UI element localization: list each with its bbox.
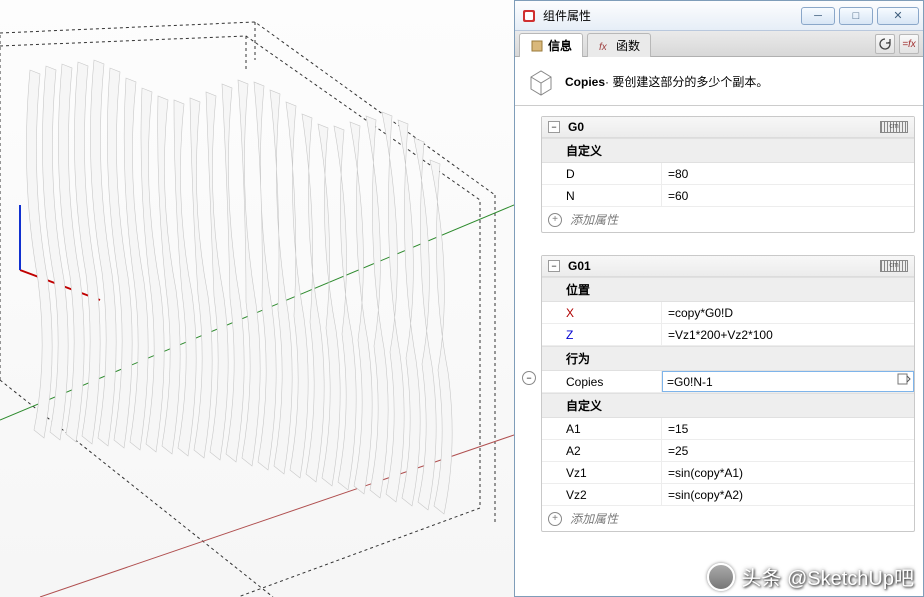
functions-icon: fx	[598, 39, 612, 53]
tab-functions-label: 函数	[616, 37, 640, 54]
add-attribute-button[interactable]: +	[548, 213, 562, 227]
attribute-description: Copies· 要创建这部分的多少个副本。	[515, 57, 923, 106]
attr-key[interactable]: N	[542, 185, 662, 206]
row-details-button[interactable]: −	[522, 371, 536, 385]
section-position: 位置	[542, 277, 914, 302]
attr-key[interactable]: A1	[542, 418, 662, 439]
group-g0: − G0 cm 自定义 D=80 N=60 + 添加属性	[541, 116, 915, 233]
component-properties-panel: 组件属性 ─ □ ✕ 信息 fx 函数 =fx Copies· 要创建这部分的多…	[514, 0, 924, 597]
info-icon	[530, 39, 544, 53]
tab-functions[interactable]: fx 函数	[587, 33, 651, 57]
refresh-button[interactable]	[875, 34, 895, 54]
attr-val[interactable]: =60	[662, 185, 914, 206]
section-behavior: 行为	[542, 346, 914, 371]
minimize-button[interactable]: ─	[801, 7, 835, 25]
attr-val[interactable]: =80	[662, 163, 914, 184]
attr-key[interactable]: Vz2	[542, 484, 662, 505]
group-g01-name: G01	[568, 259, 880, 273]
attr-val-input[interactable]	[662, 371, 914, 392]
toggle-formula-button[interactable]: =fx	[899, 34, 919, 54]
tab-info-label: 信息	[548, 37, 572, 54]
attr-key[interactable]: D	[542, 163, 662, 184]
close-button[interactable]: ✕	[877, 7, 919, 25]
unit-indicator[interactable]: cm	[880, 260, 908, 272]
attributes-body[interactable]: − G0 cm 自定义 D=80 N=60 + 添加属性 − G01 cm 位置 …	[515, 106, 923, 596]
tab-bar: 信息 fx 函数 =fx	[515, 31, 923, 57]
3d-viewport[interactable]	[0, 0, 514, 597]
group-g01: − G01 cm 位置 X=copy*G0!D Z=Vz1*200+Vz2*10…	[541, 255, 915, 532]
collapse-toggle[interactable]: −	[548, 121, 560, 133]
sketchup-icon	[521, 8, 537, 24]
attr-val[interactable]: =15	[662, 418, 914, 439]
attr-name: Copies	[565, 75, 605, 89]
attr-val[interactable]: =sin(copy*A1)	[662, 462, 914, 483]
attr-key-x[interactable]: X	[542, 302, 662, 323]
attr-desc: · 要创建这部分的多少个副本。	[605, 75, 768, 89]
add-attribute-label[interactable]: 添加属性	[570, 510, 618, 527]
group-g0-name: G0	[568, 120, 880, 134]
section-custom: 自定义	[542, 138, 914, 163]
component-icon	[525, 65, 557, 97]
maximize-button[interactable]: □	[839, 7, 873, 25]
menu-icon[interactable]	[896, 371, 912, 387]
attr-key[interactable]: Vz1	[542, 462, 662, 483]
add-attribute-button[interactable]: +	[548, 512, 562, 526]
titlebar[interactable]: 组件属性 ─ □ ✕	[515, 1, 923, 31]
section-custom: 自定义	[542, 393, 914, 418]
attr-key[interactable]: A2	[542, 440, 662, 461]
attr-val[interactable]: =copy*G0!D	[662, 302, 914, 323]
collapse-toggle[interactable]: −	[548, 260, 560, 272]
attr-val[interactable]: =25	[662, 440, 914, 461]
attr-key-z[interactable]: Z	[542, 324, 662, 345]
attr-val[interactable]: =sin(copy*A2)	[662, 484, 914, 505]
svg-text:fx: fx	[599, 42, 608, 53]
unit-indicator[interactable]: cm	[880, 121, 908, 133]
window-title: 组件属性	[543, 7, 801, 24]
add-attribute-label[interactable]: 添加属性	[570, 211, 618, 228]
attr-key-copies[interactable]: Copies	[542, 371, 662, 392]
tab-info[interactable]: 信息	[519, 33, 583, 57]
attr-val[interactable]: =Vz1*200+Vz2*100	[662, 324, 914, 345]
